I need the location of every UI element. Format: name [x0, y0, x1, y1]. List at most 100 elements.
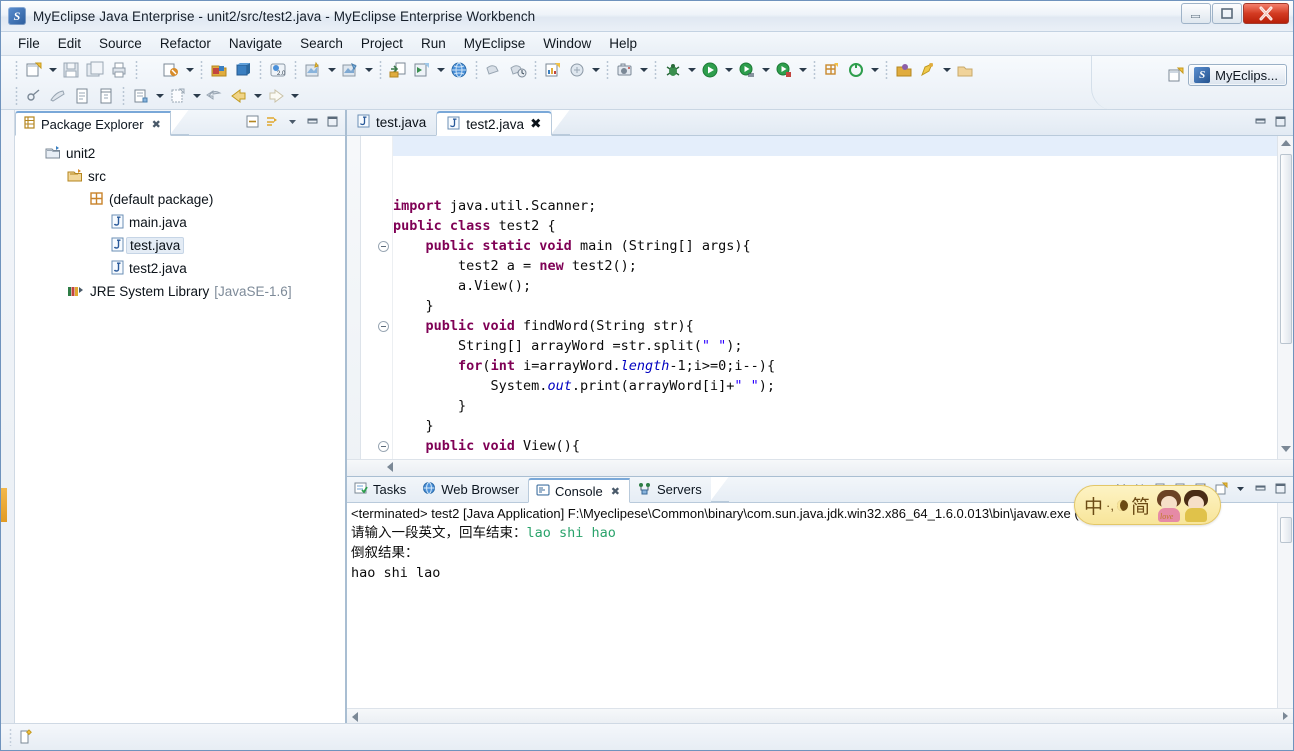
new-report-icon[interactable]	[542, 59, 564, 81]
status-bar-grip[interactable]	[9, 728, 12, 746]
close-icon[interactable]: ✖	[611, 485, 620, 498]
run-server-icon[interactable]	[507, 59, 529, 81]
tree-item-test2-java[interactable]: test2.java	[15, 257, 345, 280]
close-icon[interactable]: ✖	[152, 118, 161, 131]
open-resource-dropdown-icon[interactable]	[153, 85, 166, 107]
fold-toggle-icon[interactable]	[378, 441, 389, 452]
scrollbar-thumb[interactable]	[1280, 517, 1292, 543]
fast-view-marker[interactable]	[1, 488, 7, 522]
tree-item-src[interactable]: src	[15, 165, 345, 188]
myeclipse-db-dropdown-icon[interactable]	[325, 59, 338, 81]
minimize-button[interactable]	[1181, 3, 1211, 24]
scroll-left-icon[interactable]	[352, 712, 358, 722]
screen-capture-dropdown-icon[interactable]	[637, 59, 650, 81]
toolbar-grip-12[interactable]	[885, 60, 888, 80]
open-task-repository-icon[interactable]	[95, 85, 117, 107]
open-browser-icon[interactable]	[448, 59, 470, 81]
run-icon[interactable]	[699, 59, 721, 81]
toolbar-grip[interactable]	[15, 60, 18, 80]
editor-tab-test2-java[interactable]: test2.java ✖	[436, 111, 553, 136]
tree-item-jre-system-library[interactable]: JRE System Library [JavaSE-1.6]	[15, 280, 345, 303]
scroll-down-icon[interactable]	[1281, 446, 1291, 454]
menu-edit[interactable]: Edit	[49, 33, 90, 54]
toolbar-grip-11[interactable]	[813, 60, 816, 80]
ime-punctuation-label[interactable]: ·,	[1106, 498, 1114, 513]
menu-run[interactable]: Run	[412, 33, 455, 54]
menu-file[interactable]: File	[9, 33, 49, 54]
minimize-icon[interactable]	[304, 113, 321, 130]
toolbar-grip-8[interactable]	[534, 60, 537, 80]
console-vertical-scrollbar[interactable]	[1277, 503, 1293, 708]
next-annotation-icon[interactable]	[954, 59, 976, 81]
toolbar-grip-2[interactable]	[135, 60, 138, 80]
save-icon[interactable]	[60, 59, 82, 81]
forward-dropdown-icon[interactable]	[288, 85, 301, 107]
toolbar-grip-10[interactable]	[654, 60, 657, 80]
fold-toggle-icon[interactable]	[378, 241, 389, 252]
run-history-dropdown-icon[interactable]	[759, 59, 772, 81]
skip-breakpoints-icon[interactable]	[47, 85, 69, 107]
toolbar-grip-4[interactable]	[259, 60, 262, 80]
new-editor-dropdown-icon[interactable]	[190, 85, 203, 107]
deploy-icon[interactable]	[411, 59, 433, 81]
toolbar-grip-13[interactable]	[15, 86, 18, 106]
run-dropdown-icon[interactable]	[722, 59, 735, 81]
new-editor-icon[interactable]	[167, 85, 189, 107]
myeclipse-db-icon[interactable]	[302, 59, 324, 81]
half-width-icon[interactable]	[1116, 499, 1128, 511]
forward-icon[interactable]	[265, 85, 287, 107]
back-dropdown-icon[interactable]	[251, 85, 264, 107]
menu-project[interactable]: Project	[352, 33, 412, 54]
toggle-breakpoint-icon[interactable]	[23, 85, 45, 107]
open-type-icon[interactable]	[208, 59, 230, 81]
debug-dropdown-icon[interactable]	[685, 59, 698, 81]
ime-skin-girls-icon[interactable]: love	[1154, 488, 1184, 522]
tree-item-main-java[interactable]: main.java	[15, 211, 345, 234]
run-external-tools-icon[interactable]	[773, 59, 795, 81]
tree-item-test-java[interactable]: test.java	[15, 234, 345, 257]
open-task-icon[interactable]	[71, 85, 93, 107]
maximize-button[interactable]	[1212, 3, 1242, 24]
search-dropdown-icon[interactable]	[868, 59, 881, 81]
editor-horizontal-scrollbar[interactable]	[347, 459, 1293, 476]
fold-toggle-icon[interactable]	[378, 321, 389, 332]
tab-package-explorer[interactable]: Package Explorer ✖	[15, 111, 171, 136]
scroll-up-icon[interactable]	[1281, 140, 1291, 148]
new-wizard-dropdown-icon[interactable]	[46, 59, 59, 81]
toolbar-grip-3[interactable]	[200, 60, 203, 80]
open-perspective-icon[interactable]	[1165, 64, 1187, 86]
previous-annotation-icon[interactable]	[893, 59, 915, 81]
run-history-icon[interactable]	[736, 59, 758, 81]
minimize-icon[interactable]	[1252, 480, 1269, 497]
back-icon[interactable]	[228, 85, 250, 107]
new-java-element-dropdown-icon[interactable]	[183, 59, 196, 81]
view-menu-icon[interactable]	[284, 113, 301, 130]
open-package-icon[interactable]	[232, 59, 254, 81]
deploy-dropdown-icon[interactable]	[434, 59, 447, 81]
menu-help[interactable]: Help	[600, 33, 646, 54]
save-all-icon[interactable]	[84, 59, 106, 81]
fast-view-bar[interactable]	[1, 110, 15, 725]
code-editor[interactable]: import java.util.Scanner; public class t…	[347, 136, 1293, 476]
toolbar-grip-9[interactable]	[606, 60, 609, 80]
tree-item-unit2[interactable]: unit2	[15, 142, 345, 165]
tab-servers[interactable]: Servers	[630, 477, 711, 502]
preview-report-dropdown-icon[interactable]	[589, 59, 602, 81]
open-resource-icon[interactable]	[130, 85, 152, 107]
scrollbar-thumb[interactable]	[1280, 154, 1292, 344]
editor-folding-gutter[interactable]	[361, 136, 393, 476]
tree-item-default-package[interactable]: (default package)	[15, 188, 345, 211]
editor-tab-test-java[interactable]: test.java	[347, 110, 436, 135]
new-wizard-icon[interactable]	[23, 59, 45, 81]
open-web-20-icon[interactable]: 2.0	[267, 59, 289, 81]
link-with-editor-icon[interactable]	[264, 113, 281, 130]
tab-web-browser[interactable]: Web Browser	[415, 477, 528, 502]
open-console-dropdown-icon[interactable]	[1232, 480, 1249, 497]
run-external-dropdown-icon[interactable]	[796, 59, 809, 81]
menu-source[interactable]: Source	[90, 33, 151, 54]
close-button[interactable]	[1243, 3, 1289, 24]
scroll-left-icon[interactable]	[381, 462, 393, 474]
back-to-icon[interactable]	[204, 85, 226, 107]
minimize-icon[interactable]	[1252, 113, 1269, 130]
ime-script-label[interactable]: 简	[1131, 492, 1150, 519]
